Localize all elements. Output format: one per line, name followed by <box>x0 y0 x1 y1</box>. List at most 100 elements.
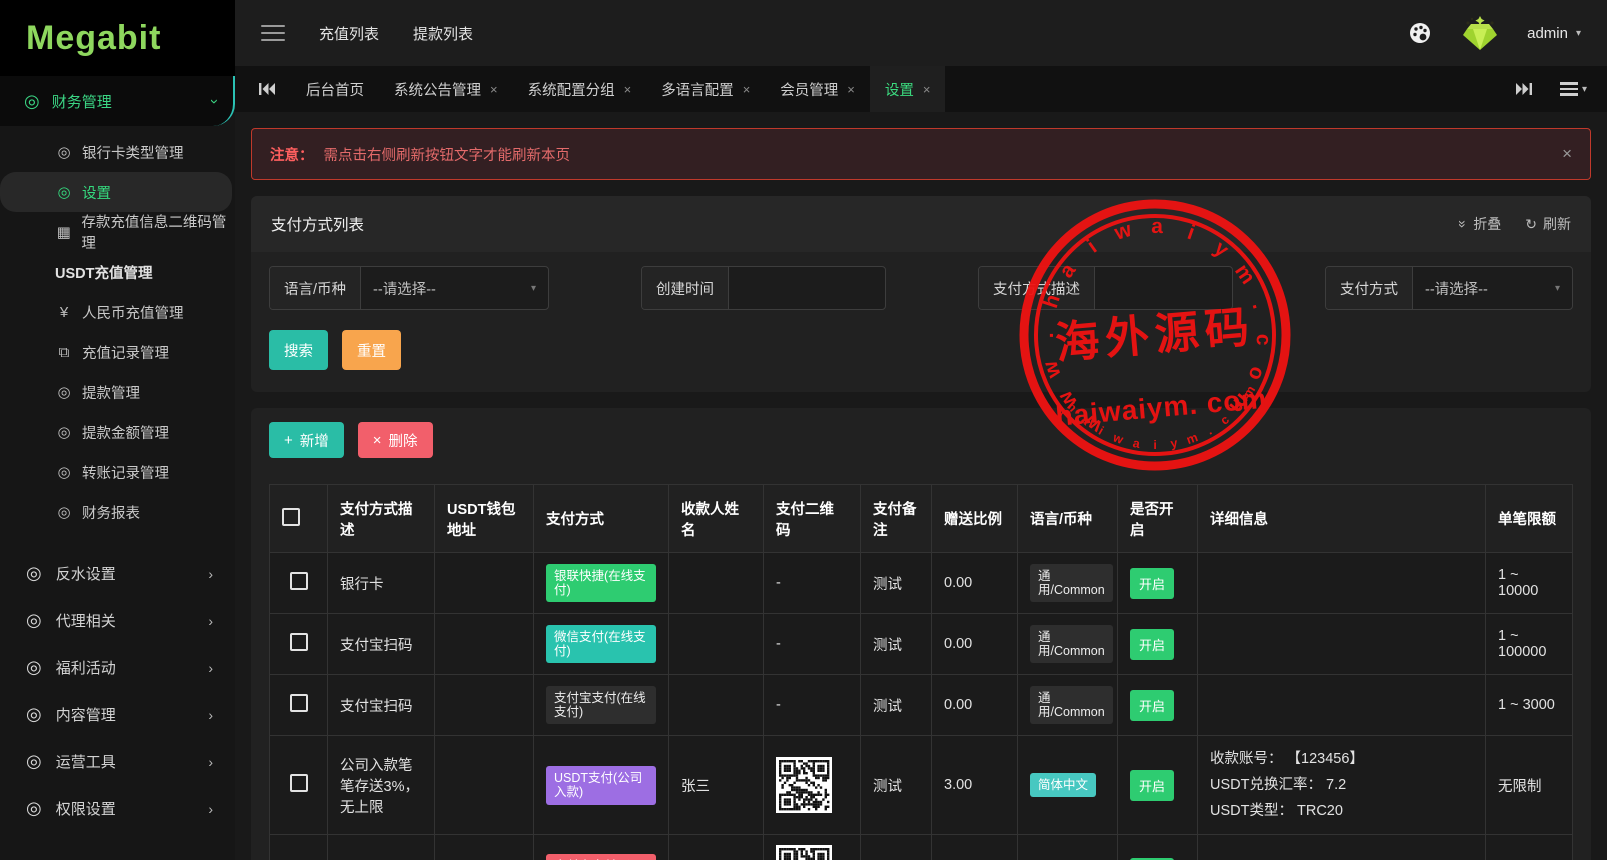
rewind-tabs-icon[interactable] <box>249 83 285 95</box>
caret-down-icon: ▾ <box>1554 282 1560 294</box>
tab[interactable]: 后台首页 <box>291 66 379 112</box>
header-cell: 详细信息 <box>1197 484 1486 553</box>
qr-code-image <box>776 845 848 860</box>
sidebar-group[interactable]: ◎ 福利活动 › <box>0 644 235 691</box>
sidebar-item[interactable]: ⧉ 充值记录管理 <box>0 332 235 372</box>
sidebar-groups: ◎ 反水设置 › ◎ 代理相关 › ◎ 福利活动 › ◎ 内容管理 › ◎ 运营工具 › ◎ 权限设置 › <box>0 550 235 832</box>
sidebar-group[interactable]: ◎ 权限设置 › <box>0 785 235 832</box>
tabs-strip: 后台首页 系统公告管理 × 系统配置分组 × 多语言配置 × 会员管理 × 设置 × <box>291 66 946 112</box>
collapse-button[interactable]: » 折叠 <box>1455 214 1501 234</box>
add-button[interactable]: + 新增 <box>269 422 344 458</box>
gem-avatar-icon[interactable] <box>1459 14 1501 52</box>
forward-tabs-icon[interactable] <box>1506 83 1542 95</box>
header-cell: 支付二维码 <box>763 484 861 553</box>
app-logo[interactable]: Megabit <box>26 19 161 58</box>
row-checkbox[interactable] <box>289 774 308 793</box>
palette-icon[interactable] <box>1407 20 1433 46</box>
tab[interactable]: 会员管理 × <box>765 66 870 112</box>
filter-input[interactable] <box>1095 267 1232 309</box>
sidebar-item[interactable]: ¥ 人民币充值管理 <box>0 292 235 332</box>
table-panel-body: + 新增 × 删除 支付方式描述 USDT钱包地址 支付方式 收款人姓名 支付二… <box>251 408 1591 860</box>
remark-cell: 测试 <box>860 734 932 836</box>
filter-panel-body: 语言/币种 --请选择-- ▾ 创建时间 支付方式描述 支付方式 --请选择-- ▾ 搜索 重… <box>251 252 1591 392</box>
tab-bar: 后台首页 系统公告管理 × 系统配置分组 × 多语言配置 × 会员管理 × 设置 × ▾ <box>235 66 1607 112</box>
filter-input[interactable] <box>729 267 885 309</box>
filter-group: 语言/币种 --请选择-- ▾ <box>269 266 549 310</box>
detail-cell <box>1197 552 1486 614</box>
bullseye-icon: ◎ <box>26 657 42 677</box>
row-checkbox[interactable] <box>289 633 308 651</box>
sidebar-item[interactable]: ◎ 设置 <box>0 172 232 212</box>
detail-line: 收款账号： 【123456】 <box>1210 751 1364 767</box>
topnav-item[interactable]: 提款列表 <box>413 23 473 44</box>
tab-label: 系统配置分组 <box>527 82 615 99</box>
filter-select[interactable]: --请选择-- ▾ <box>1413 267 1572 309</box>
header-cell: 赠送比例 <box>931 484 1018 553</box>
refresh-button[interactable]: ↻ 刷新 <box>1525 214 1571 234</box>
chevron-right-icon: › <box>208 659 213 676</box>
lang-cell: 简体中文 <box>1017 834 1118 860</box>
sidebar-group[interactable]: ◎ 反水设置 › <box>0 550 235 597</box>
tab[interactable]: 系统配置分组 × <box>513 66 647 112</box>
sidebar-item[interactable]: ◎ 银行卡类型管理 <box>0 132 235 172</box>
close-alert-icon[interactable]: × <box>1562 144 1572 164</box>
method-cell: 支付宝支付(公司入款) <box>533 834 669 860</box>
header-cell: 支付方式描述 <box>327 484 435 553</box>
limit-line: 10000 <box>1498 583 1539 599</box>
payee-cell <box>668 674 764 736</box>
sidebar-item[interactable]: ◎ 财务报表 <box>0 492 235 532</box>
tab[interactable]: 多语言配置 × <box>646 66 765 112</box>
limit-cell: 无限制 <box>1485 734 1573 836</box>
close-tab-icon[interactable]: × <box>847 82 855 97</box>
user-menu[interactable]: admin ▾ <box>1527 25 1581 42</box>
detail-line: USDT类型： TRC20 <box>1210 803 1343 820</box>
payment-table: 支付方式描述 USDT钱包地址 支付方式 收款人姓名 支付二维码 支付备注 赠送比例 语言/币… <box>269 484 1573 860</box>
sidebar-item[interactable]: ▦ 存款充值信息二维码管理 <box>0 212 235 252</box>
sidebar-parent-label: 财务管理 <box>51 93 112 111</box>
header-cell: 收款人姓名 <box>668 484 764 553</box>
qr-code-image <box>776 756 848 814</box>
desc-cell: 支付宝扫码 <box>327 613 435 675</box>
lang-cell: 通用/Common <box>1017 552 1118 614</box>
caret-down-icon: ▾ <box>1581 83 1587 95</box>
select-all-header-cell <box>269 484 328 553</box>
search-button[interactable]: 搜索 <box>269 330 328 370</box>
hamburger-menu-icon[interactable] <box>261 25 285 41</box>
header-right: admin ▾ <box>1407 14 1581 52</box>
detail-cell <box>1197 613 1486 675</box>
wallet-cell <box>434 734 534 836</box>
tab[interactable]: 设置 × <box>869 66 946 112</box>
delete-button[interactable]: × 删除 <box>357 422 433 458</box>
sidebar-item[interactable]: ◎ 转账记录管理 <box>0 452 235 492</box>
filter-text-input[interactable] <box>741 280 873 296</box>
sidebar-group[interactable]: ◎ 代理相关 › <box>0 597 235 644</box>
method-badge: 银联快捷(在线支付) <box>546 563 656 603</box>
tab-options-menu-icon[interactable]: ▾ <box>1559 82 1587 96</box>
chevron-right-icon: › <box>208 612 213 629</box>
sidebar-group[interactable]: ◎ 内容管理 › <box>0 691 235 738</box>
checkbox-cell <box>269 834 328 860</box>
close-tab-icon[interactable]: × <box>743 82 751 97</box>
topnav-item[interactable]: 充值列表 <box>319 23 379 44</box>
sidebar-item-finance[interactable]: ◎ 财务管理 › <box>0 76 235 126</box>
top-header: 充值列表 提款列表 admin ▾ <box>235 0 1607 66</box>
select-all-checkbox[interactable] <box>282 507 300 526</box>
row-checkbox[interactable] <box>289 572 308 590</box>
tab[interactable]: 系统公告管理 × <box>379 66 513 112</box>
sidebar-group[interactable]: ◎ 运营工具 › <box>0 738 235 785</box>
caret-down-icon: ▾ <box>1575 27 1581 39</box>
status-cell: 开启 <box>1117 613 1198 675</box>
close-tab-icon[interactable]: × <box>923 82 931 97</box>
panel-header: 支付方式列表 » 折叠 ↻ 刷新 <box>251 196 1591 252</box>
close-tab-icon[interactable]: × <box>490 82 498 97</box>
sidebar-item[interactable]: ◎ 提款金额管理 <box>0 412 235 452</box>
sidebar-item[interactable]: ◎ 提款管理 <box>0 372 235 412</box>
row-checkbox[interactable] <box>289 694 308 712</box>
ratio-cell: 0.00 <box>931 552 1018 614</box>
close-tab-icon[interactable]: × <box>624 82 632 97</box>
reset-button[interactable]: 重置 <box>342 330 401 370</box>
filter-text-input[interactable] <box>1107 280 1220 296</box>
add-label: 新增 <box>299 433 329 450</box>
sidebar-item[interactable]: USDT充值管理 <box>0 252 235 292</box>
filter-select[interactable]: --请选择-- ▾ <box>361 267 548 309</box>
